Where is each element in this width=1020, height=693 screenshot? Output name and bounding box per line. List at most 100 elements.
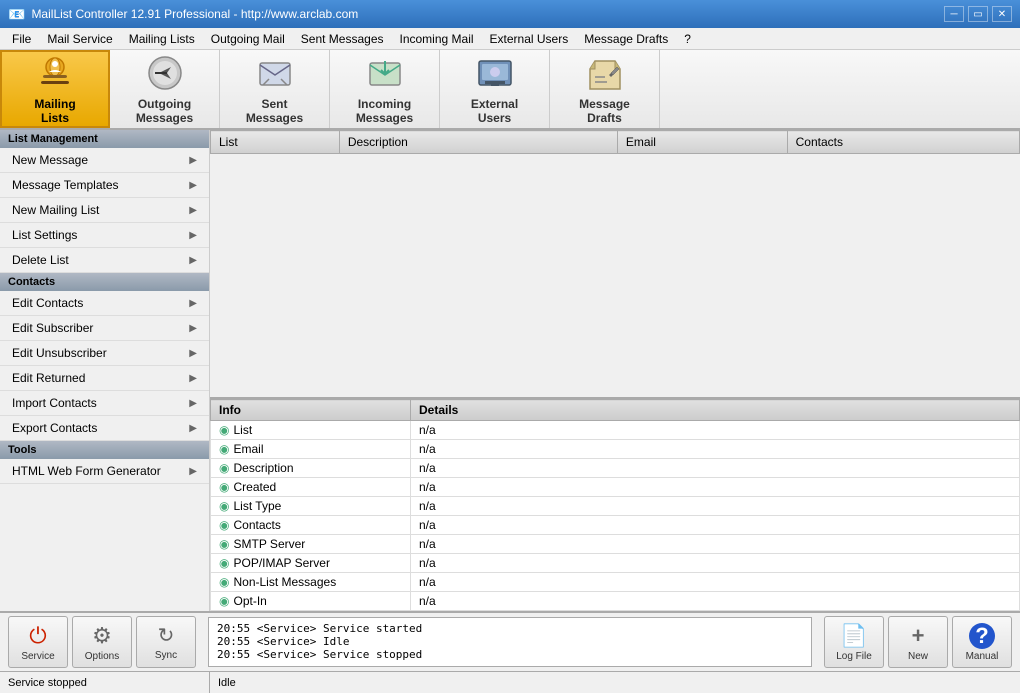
options-button[interactable]: ⚙ Options bbox=[72, 616, 132, 668]
options-gear-icon: ⚙ bbox=[92, 623, 112, 649]
detail-info-cell: ◉Email bbox=[211, 440, 411, 459]
sidebar-item-new-message[interactable]: New Message ▶ bbox=[0, 148, 209, 173]
detail-row-icon: ◉ bbox=[219, 499, 229, 513]
detail-row-icon: ◉ bbox=[219, 518, 229, 532]
sidebar-item-edit-unsubscriber[interactable]: Edit Unsubscriber ▶ bbox=[0, 341, 209, 366]
sidebar-item-html-web-form-generator[interactable]: HTML Web Form Generator ▶ bbox=[0, 459, 209, 484]
main-table: List Description Email Contacts bbox=[210, 130, 1020, 154]
sidebar-item-export-contacts[interactable]: Export Contacts ▶ bbox=[0, 416, 209, 441]
toolbar-outgoing-messages[interactable]: OutgoingMessages bbox=[110, 50, 220, 128]
message-drafts-icon bbox=[585, 53, 625, 93]
main-table-area: List Description Email Contacts bbox=[210, 130, 1020, 397]
export-contacts-arrow-icon: ▶ bbox=[189, 423, 197, 434]
close-button[interactable]: ✕ bbox=[992, 6, 1012, 22]
sync-label: Sync bbox=[155, 650, 177, 661]
detail-table: Info Details ◉Listn/a◉Emailn/a◉Descripti… bbox=[210, 399, 1020, 611]
menu-mailing-lists[interactable]: Mailing Lists bbox=[121, 30, 203, 48]
edit-subscriber-arrow-icon: ▶ bbox=[189, 323, 197, 334]
sidebar-item-delete-list[interactable]: Delete List ▶ bbox=[0, 248, 209, 273]
detail-row-icon: ◉ bbox=[219, 423, 229, 437]
detail-details-cell: n/a bbox=[411, 459, 1020, 478]
detail-row-icon: ◉ bbox=[219, 575, 229, 589]
menu-file[interactable]: File bbox=[4, 30, 39, 48]
toolbar-sent-messages[interactable]: SentMessages bbox=[220, 50, 330, 128]
toolbar-external-users[interactable]: ExternalUsers bbox=[440, 50, 550, 128]
sync-icon: ↻ bbox=[158, 623, 175, 648]
sidebar-item-message-templates[interactable]: Message Templates ▶ bbox=[0, 173, 209, 198]
outgoing-messages-icon bbox=[145, 53, 185, 93]
detail-col-details: Details bbox=[411, 400, 1020, 421]
menu-outgoing-mail[interactable]: Outgoing Mail bbox=[203, 30, 293, 48]
log-line: 20:55 <Service> Idle bbox=[217, 635, 803, 648]
detail-section: Info Details ◉Listn/a◉Emailn/a◉Descripti… bbox=[210, 397, 1020, 611]
menu-external-users[interactable]: External Users bbox=[482, 30, 577, 48]
delete-list-arrow-icon: ▶ bbox=[189, 255, 197, 266]
service-label: Service bbox=[21, 651, 54, 662]
detail-info-cell: ◉Contacts bbox=[211, 516, 411, 535]
toolbar-message-drafts[interactable]: MessageDrafts bbox=[550, 50, 660, 128]
toolbar-incoming-messages[interactable]: IncomingMessages bbox=[330, 50, 440, 128]
edit-returned-arrow-icon: ▶ bbox=[189, 373, 197, 384]
detail-details-cell: n/a bbox=[411, 421, 1020, 440]
detail-details-cell: n/a bbox=[411, 516, 1020, 535]
sidebar-item-import-contacts[interactable]: Import Contacts ▶ bbox=[0, 391, 209, 416]
col-description: Description bbox=[339, 131, 617, 154]
service-button[interactable]: ⏻ Service bbox=[8, 616, 68, 668]
toolbar-mailing-lists[interactable]: MailingLists bbox=[0, 50, 110, 128]
sync-button[interactable]: ↻ Sync bbox=[136, 616, 196, 668]
menu-bar: File Mail Service Mailing Lists Outgoing… bbox=[0, 28, 1020, 50]
toolbar: MailingLists OutgoingMessages SentMessag… bbox=[0, 50, 1020, 130]
menu-help[interactable]: ? bbox=[676, 30, 699, 48]
sidebar-section-list-management: List Management bbox=[0, 130, 209, 148]
detail-details-cell: n/a bbox=[411, 554, 1020, 573]
sidebar-item-edit-returned[interactable]: Edit Returned ▶ bbox=[0, 366, 209, 391]
message-templates-arrow-icon: ▶ bbox=[189, 180, 197, 191]
list-settings-arrow-icon: ▶ bbox=[189, 230, 197, 241]
edit-unsubscriber-arrow-icon: ▶ bbox=[189, 348, 197, 359]
minimize-button[interactable]: ─ bbox=[944, 6, 964, 22]
toolbar-incoming-messages-label: IncomingMessages bbox=[356, 97, 413, 125]
sidebar-item-edit-contacts[interactable]: Edit Contacts ▶ bbox=[0, 291, 209, 316]
sidebar-item-edit-subscriber[interactable]: Edit Subscriber ▶ bbox=[0, 316, 209, 341]
edit-contacts-arrow-icon: ▶ bbox=[189, 298, 197, 309]
detail-row-icon: ◉ bbox=[219, 480, 229, 494]
mailing-lists-icon bbox=[35, 53, 75, 93]
detail-info-cell: ◉POP/IMAP Server bbox=[211, 554, 411, 573]
sidebar-item-new-mailing-list[interactable]: New Mailing List ▶ bbox=[0, 198, 209, 223]
log-file-doc-icon: 📄 bbox=[840, 623, 867, 649]
new-plus-icon: + bbox=[912, 623, 925, 649]
new-label: New bbox=[908, 651, 928, 662]
detail-details-cell: n/a bbox=[411, 573, 1020, 592]
manual-button[interactable]: ? Manual bbox=[952, 616, 1012, 668]
window-title: MailList Controller 12.91 Professional -… bbox=[31, 7, 358, 21]
bottom-area: ⏻ Service ⚙ Options ↻ Sync 20:55 <Servic… bbox=[0, 611, 1020, 671]
detail-info-cell: ◉Opt-In bbox=[211, 592, 411, 611]
detail-row-icon: ◉ bbox=[219, 537, 229, 551]
toolbar-outgoing-messages-label: OutgoingMessages bbox=[136, 97, 193, 125]
manual-question-icon: ? bbox=[969, 623, 995, 649]
options-label: Options bbox=[85, 651, 119, 662]
menu-sent-messages[interactable]: Sent Messages bbox=[293, 30, 392, 48]
status-left: Service stopped bbox=[0, 672, 210, 693]
restore-button[interactable]: ▭ bbox=[968, 6, 988, 22]
detail-details-cell: n/a bbox=[411, 478, 1020, 497]
menu-incoming-mail[interactable]: Incoming Mail bbox=[392, 30, 482, 48]
log-file-button[interactable]: 📄 Log File bbox=[824, 616, 884, 668]
incoming-messages-icon bbox=[365, 53, 405, 93]
col-email: Email bbox=[617, 131, 787, 154]
menu-mail-service[interactable]: Mail Service bbox=[39, 30, 120, 48]
toolbar-message-drafts-label: MessageDrafts bbox=[579, 97, 630, 125]
detail-details-cell: n/a bbox=[411, 592, 1020, 611]
menu-message-drafts[interactable]: Message Drafts bbox=[576, 30, 676, 48]
external-users-icon bbox=[475, 53, 515, 93]
sidebar-section-contacts: Contacts bbox=[0, 273, 209, 291]
log-line: 20:55 <Service> Service started bbox=[217, 622, 803, 635]
detail-details-cell: n/a bbox=[411, 440, 1020, 459]
detail-details-cell: n/a bbox=[411, 535, 1020, 554]
new-mailing-list-arrow-icon: ▶ bbox=[189, 205, 197, 216]
log-line: 20:55 <Service> Service stopped bbox=[217, 648, 803, 661]
detail-details-cell: n/a bbox=[411, 497, 1020, 516]
sidebar-item-list-settings[interactable]: List Settings ▶ bbox=[0, 223, 209, 248]
new-button[interactable]: + New bbox=[888, 616, 948, 668]
toolbar-external-users-label: ExternalUsers bbox=[471, 97, 518, 125]
